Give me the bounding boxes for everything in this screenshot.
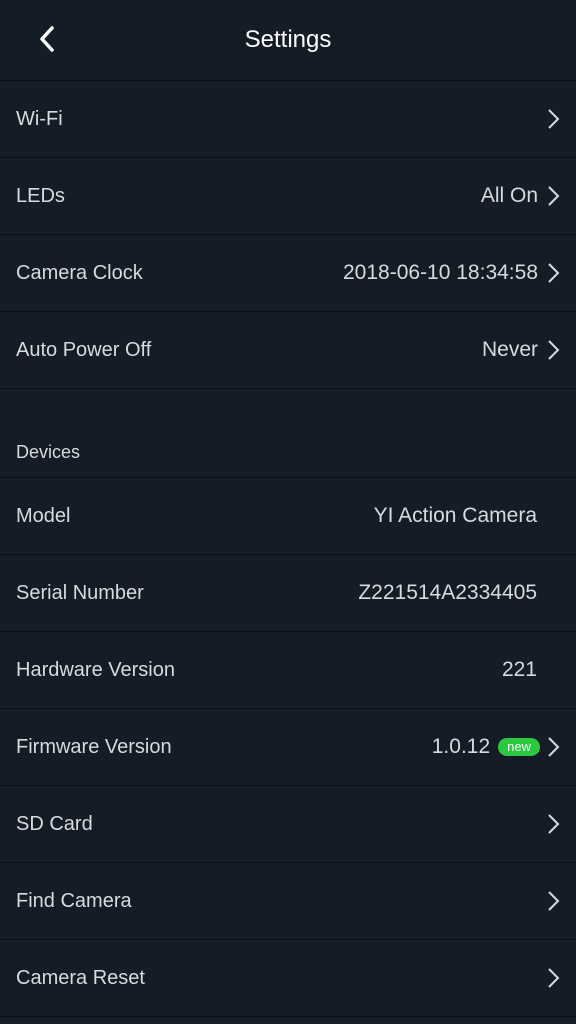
header-bar: Settings bbox=[0, 0, 576, 81]
camera-clock-row[interactable]: Camera Clock 2018-06-10 18:34:58 bbox=[0, 235, 576, 312]
wifi-label: Wi-Fi bbox=[16, 107, 63, 130]
leds-value: All On bbox=[480, 184, 538, 207]
camera-reset-label: Camera Reset bbox=[16, 966, 145, 989]
hardware-version-value: 221 bbox=[501, 658, 537, 681]
auto-power-off-label: Auto Power Off bbox=[16, 338, 152, 361]
serial-number-label: Serial Number bbox=[16, 581, 144, 604]
chevron-right-icon bbox=[548, 186, 560, 206]
chevron-right-icon bbox=[548, 263, 560, 283]
find-camera-label: Find Camera bbox=[16, 889, 132, 912]
leds-row[interactable]: LEDs All On bbox=[0, 158, 576, 235]
serial-number-value: Z221514A2334405 bbox=[358, 581, 537, 604]
chevron-right-icon bbox=[548, 340, 560, 360]
chevron-right-icon bbox=[548, 737, 560, 757]
page-title: Settings bbox=[244, 26, 332, 53]
chevron-right-icon bbox=[548, 891, 560, 911]
model-row: Model YI Action Camera bbox=[0, 478, 576, 555]
firmware-version-label: Firmware Version bbox=[16, 735, 172, 758]
chevron-right-icon bbox=[548, 814, 560, 834]
model-label: Model bbox=[16, 504, 71, 527]
leds-label: LEDs bbox=[16, 184, 65, 207]
chevron-right-icon bbox=[548, 109, 560, 129]
camera-clock-value: 2018-06-10 18:34:58 bbox=[343, 261, 538, 284]
model-value: YI Action Camera bbox=[373, 504, 537, 527]
auto-power-off-value: Never bbox=[481, 338, 538, 361]
chevron-right-icon bbox=[548, 968, 560, 988]
auto-power-off-row[interactable]: Auto Power Off Never bbox=[0, 312, 576, 389]
hardware-version-row: Hardware Version 221 bbox=[0, 632, 576, 709]
camera-reset-row[interactable]: Camera Reset bbox=[0, 940, 576, 1017]
devices-section-title: Devices bbox=[16, 442, 81, 462]
sd-card-label: SD Card bbox=[16, 812, 93, 835]
camera-clock-label: Camera Clock bbox=[16, 261, 143, 284]
find-camera-row[interactable]: Find Camera bbox=[0, 863, 576, 940]
hardware-version-label: Hardware Version bbox=[16, 658, 175, 681]
new-badge: new bbox=[498, 738, 540, 756]
sd-card-row[interactable]: SD Card bbox=[0, 786, 576, 863]
devices-section: Devices bbox=[0, 389, 576, 478]
firmware-version-row[interactable]: Firmware Version 1.0.12 new bbox=[0, 709, 576, 786]
serial-number-row: Serial Number Z221514A2334405 bbox=[0, 555, 576, 632]
firmware-version-value: 1.0.12 bbox=[431, 735, 491, 758]
wifi-row[interactable]: Wi-Fi bbox=[0, 81, 576, 158]
